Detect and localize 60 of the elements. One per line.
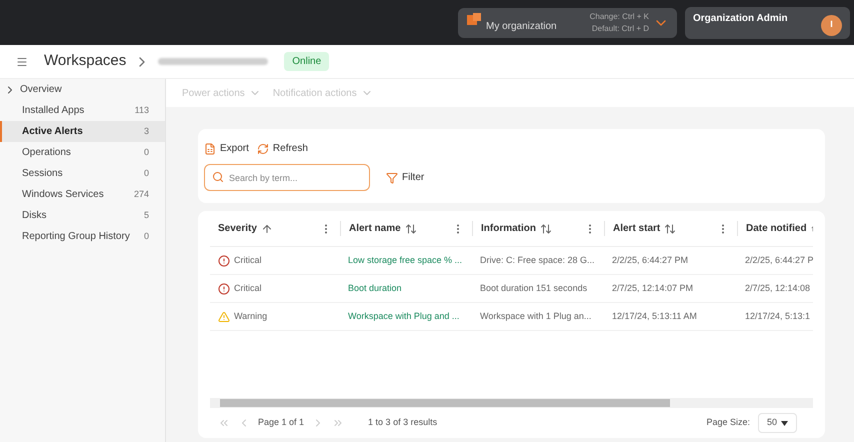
- overview-item[interactable]: Overview: [0, 79, 165, 100]
- table-cell: Boot duration 151 seconds: [480, 282, 588, 293]
- table-cell: 2/7/25, 12:14:07 PM: [612, 282, 694, 293]
- user-avatar: I: [821, 14, 842, 36]
- menu-icon[interactable]: [16, 56, 28, 68]
- results-count: 1 to 3 of 3 results: [368, 416, 438, 430]
- horizontal-scrollbar[interactable]: [210, 398, 813, 408]
- table-cell: Drive: C: Free space: 28 G...: [480, 254, 595, 265]
- alert-link[interactable]: Workspace with Plug and ...: [348, 310, 460, 321]
- sidebar-item[interactable]: Operations 0: [0, 142, 165, 163]
- warning-triangle-icon: [218, 310, 230, 322]
- page-indicator: Page 1 of 1: [258, 416, 304, 430]
- status-badge: Online: [284, 52, 330, 71]
- export-button[interactable]: Export: [204, 141, 249, 156]
- sort-icon[interactable]: [664, 222, 676, 234]
- sort-icon[interactable]: [404, 222, 417, 234]
- default-shortcut-hint: Default: Ctrl + D: [592, 22, 649, 34]
- table-cell-text: Critical: [234, 254, 262, 267]
- refresh-button[interactable]: Refresh: [256, 141, 308, 156]
- alert-circle-icon: [218, 254, 230, 266]
- refresh-icon: [256, 142, 269, 154]
- filter-icon: [386, 172, 398, 184]
- search-field[interactable]: Search by term...: [204, 164, 370, 191]
- sidebar-item[interactable]: Sessions 0: [0, 163, 165, 184]
- table-cell-text: Critical: [234, 282, 262, 295]
- filter-button[interactable]: Filter: [386, 170, 424, 185]
- sidebar-item[interactable]: Windows Services 274: [0, 184, 165, 205]
- organization-name: My organization: [486, 20, 557, 34]
- sort-ascending-icon[interactable]: [260, 222, 273, 234]
- column-header[interactable]: Information: [481, 221, 536, 236]
- caret-down-icon: [781, 420, 788, 426]
- column-header[interactable]: Alert name: [349, 221, 401, 236]
- change-shortcut-hint: Change: Ctrl + K: [590, 10, 649, 22]
- spreadsheet-icon: [204, 142, 216, 154]
- sort-icon[interactable]: [540, 222, 552, 234]
- column-header[interactable]: Date notified: [746, 221, 807, 236]
- sidebar-item[interactable]: Active Alerts 3: [0, 121, 165, 142]
- table-cell: 2/2/25, 6:44:27 P: [745, 254, 813, 265]
- table-cell: 12/17/24, 5:13:11 AM: [612, 310, 697, 321]
- table-cell: 2/7/25, 12:14:08: [745, 282, 810, 293]
- column-header[interactable]: Alert start: [613, 221, 660, 236]
- column-header[interactable]: Severity: [218, 221, 257, 236]
- sidebar-item[interactable]: Installed Apps 113: [0, 100, 165, 121]
- page-title: Workspaces: [44, 51, 126, 72]
- organization-switcher[interactable]: My organization Change: Ctrl + K Default: Ctrl + D: [458, 8, 677, 38]
- table-cell: 12/17/24, 5:13:1: [745, 310, 810, 321]
- sidebar-item[interactable]: Disks 5: [0, 205, 165, 226]
- boxes-icon: [466, 10, 482, 26]
- page-size-label: Page Size:: [706, 416, 750, 430]
- alert-link[interactable]: Boot duration: [348, 282, 402, 293]
- page-size-dropdown[interactable]: 50: [758, 413, 797, 433]
- user-role: Organization Admin: [693, 12, 788, 26]
- table-cell: 2/2/25, 6:44:27 PM: [612, 254, 688, 265]
- table-cell: Workspace with 1 Plug an...: [480, 310, 592, 321]
- search-icon: [212, 171, 224, 183]
- sidebar-item[interactable]: Reporting Group History 0: [0, 226, 165, 247]
- table-cell-text: Warning: [234, 310, 268, 323]
- alert-circle-icon: [218, 282, 230, 294]
- alert-link[interactable]: Low storage free space % ...: [348, 254, 462, 265]
- user-menu[interactable]: Organization Admin I: [685, 6, 850, 38]
